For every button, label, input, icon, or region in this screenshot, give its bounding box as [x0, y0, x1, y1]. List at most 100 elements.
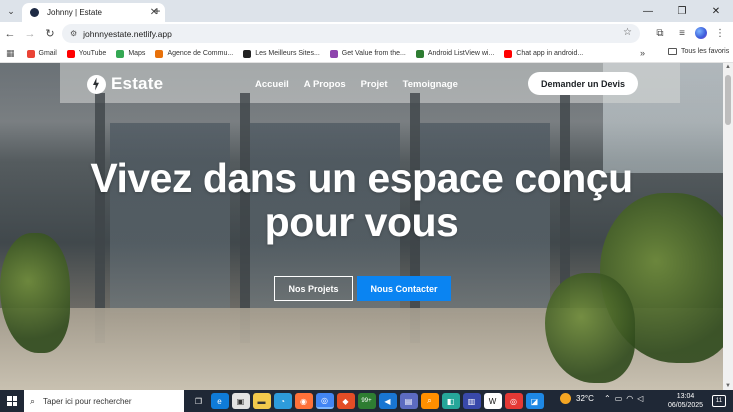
app-icon[interactable]: W — [483, 393, 502, 409]
system-tray: ⌃ ▭ ◠ ◁ — [604, 394, 643, 403]
scroll-up-icon[interactable]: ▲ — [725, 64, 731, 70]
bookmark-item[interactable]: Maps — [116, 49, 146, 58]
hero-section: Estate Accueil A Propos Projet Temoignag… — [0, 63, 723, 390]
youtube-icon — [66, 49, 75, 58]
bookmark-item[interactable]: Get Value from the... — [329, 49, 406, 58]
article-icon — [329, 49, 338, 58]
all-bookmarks-folder[interactable]: Tous les favoris — [668, 48, 729, 55]
site-logo[interactable]: Estate — [87, 74, 163, 94]
restore-button[interactable]: ❐ — [665, 0, 699, 22]
scroll-down-icon[interactable]: ▼ — [725, 383, 731, 389]
bookmarks-overflow-icon[interactable]: » — [640, 48, 645, 58]
weather-app-icon[interactable]: ◔ — [273, 393, 292, 409]
nav-link-projet[interactable]: Projet — [361, 79, 388, 90]
url-text[interactable]: johnnyestate.netlify.app — [83, 29, 172, 39]
scroll-thumb[interactable] — [725, 75, 731, 125]
tab-search-icon[interactable]: ⌄ — [2, 3, 20, 19]
youtube-icon — [504, 49, 513, 58]
site-info-icon[interactable]: ⚙ — [70, 29, 77, 38]
new-tab-button[interactable]: + — [150, 4, 164, 18]
logo-text: Estate — [111, 74, 164, 93]
bookmark-label: Les Meilleurs Sites... — [255, 50, 320, 57]
address-bar[interactable]: ⚙ johnnyestate.netlify.app ☆ — [62, 24, 640, 43]
tab-strip: ⌄ Johnny | Estate ✕ + — ❐ ✕ — [0, 0, 733, 22]
file-explorer-icon[interactable]: ▬ — [252, 393, 271, 409]
sun-icon — [560, 393, 571, 404]
headline-line-1: Vivez dans un espace conçu — [90, 155, 633, 201]
pinned-apps: ❐ e ▣ ▬ ◔ ◉ ◎ ◆ 99+ ◀ ▤ ⌕ ◧ ▥ W ◎ ◪ — [188, 393, 545, 409]
back-arrow-icon[interactable]: ← — [0, 24, 20, 44]
volume-icon[interactable]: ◁ — [637, 394, 643, 403]
bookmarks-bar: ▦ Gmail YouTube Maps Agence de Commu... … — [0, 45, 733, 63]
clock-date: 06/05/2025 — [668, 402, 704, 409]
bookmark-label: Chat app in android... — [516, 50, 584, 57]
chrome-alt-icon[interactable]: ◎ — [504, 393, 523, 409]
contact-us-button[interactable]: Nous Contacter — [357, 276, 451, 301]
site-list-icon — [243, 49, 252, 58]
bookmark-label: Agence de Commu... — [167, 50, 234, 57]
extensions-icon[interactable]: ⧉ — [651, 24, 669, 42]
windows-taskbar: ⌕ Taper ici pour rechercher ❐ e ▣ ▬ ◔ ◉ … — [0, 390, 733, 412]
clock[interactable]: 13:04 06/05/2025 — [668, 392, 703, 410]
nav-link-temoignage[interactable]: Temoignage — [403, 79, 458, 90]
browser-toolbar: ← → ↻ ⚙ johnnyestate.netlify.app ☆ ⧉ ≡ ⋮ — [0, 22, 733, 45]
headline-line-2: pour vous — [264, 199, 459, 245]
nav-link-accueil[interactable]: Accueil — [255, 79, 289, 90]
app-icon[interactable]: ◆ — [336, 393, 355, 409]
tab-title: Johnny | Estate — [47, 8, 102, 17]
request-quote-button[interactable]: Demander un Devis — [528, 72, 638, 95]
network-icon[interactable]: ▭ — [615, 394, 623, 403]
agency-icon — [155, 49, 164, 58]
bookmark-item[interactable]: Chat app in android... — [504, 49, 584, 58]
app-icon[interactable]: ◪ — [525, 393, 544, 409]
gmail-icon — [26, 49, 35, 58]
chevron-up-icon[interactable]: ⌃ — [604, 394, 611, 403]
bookmark-label: Gmail — [38, 50, 57, 57]
forward-arrow-icon[interactable]: → — [20, 24, 40, 44]
app-icon[interactable]: ▤ — [399, 393, 418, 409]
chrome-icon[interactable]: ◎ — [315, 393, 334, 409]
bookmark-item[interactable]: Agence de Commu... — [155, 49, 234, 58]
apps-grid-icon[interactable]: ▦ — [6, 48, 15, 59]
bookmark-item[interactable]: Android ListView wi... — [415, 49, 495, 58]
start-button[interactable] — [0, 390, 24, 412]
taskbar-search[interactable]: ⌕ Taper ici pour rechercher — [24, 390, 184, 412]
bookmark-label: Get Value from the... — [341, 50, 406, 57]
task-view-icon[interactable]: ❐ — [190, 393, 208, 409]
media-controls-icon[interactable]: ≡ — [673, 24, 691, 42]
weather-widget[interactable]: 32°C — [560, 393, 594, 404]
windows-logo-icon — [7, 396, 17, 406]
vscode-icon[interactable]: ◀ — [378, 393, 397, 409]
page-scrollbar[interactable]: ▲ ▼ — [723, 63, 733, 390]
nav-link-a-propos[interactable]: A Propos — [304, 79, 346, 90]
close-window-button[interactable]: ✕ — [699, 0, 733, 22]
notification-center-icon[interactable]: 11 — [712, 395, 726, 407]
store-icon[interactable]: ▣ — [231, 393, 250, 409]
bookmark-item[interactable]: Gmail — [26, 49, 57, 58]
window-controls: — ❐ ✕ — [631, 0, 733, 22]
maps-pin-icon — [116, 49, 125, 58]
bookmark-star-icon[interactable]: ☆ — [623, 27, 632, 38]
edge-icon[interactable]: e — [210, 393, 229, 409]
bookmark-item[interactable]: YouTube — [66, 49, 106, 58]
minimize-button[interactable]: — — [631, 0, 665, 22]
lightning-bolt-icon — [87, 74, 106, 94]
bookmark-label: Android ListView wi... — [427, 50, 495, 57]
toolbar-actions: ⧉ ≡ ⋮ — [651, 24, 729, 42]
app-icon[interactable]: ◧ — [441, 393, 460, 409]
firefox-icon[interactable]: ◉ — [294, 393, 313, 409]
site-navbar: Estate Accueil A Propos Projet Temoignag… — [0, 63, 723, 105]
tab-active[interactable]: Johnny | Estate ✕ — [22, 3, 165, 22]
reload-icon[interactable]: ↻ — [40, 24, 60, 44]
profile-avatar-icon[interactable] — [695, 27, 707, 39]
whatsapp-icon[interactable]: 99+ — [357, 393, 376, 409]
bookmark-item[interactable]: Les Meilleurs Sites... — [243, 49, 320, 58]
wifi-icon[interactable]: ◠ — [626, 394, 633, 403]
temperature: 32°C — [576, 394, 594, 403]
search-app-icon[interactable]: ⌕ — [420, 393, 439, 409]
menu-kebab-icon[interactable]: ⋮ — [711, 24, 729, 42]
main-menu: Accueil A Propos Projet Temoignage — [255, 79, 458, 90]
bookmark-label: Maps — [128, 50, 146, 57]
app-icon[interactable]: ▥ — [462, 393, 481, 409]
our-projects-button[interactable]: Nos Projets — [274, 276, 353, 301]
